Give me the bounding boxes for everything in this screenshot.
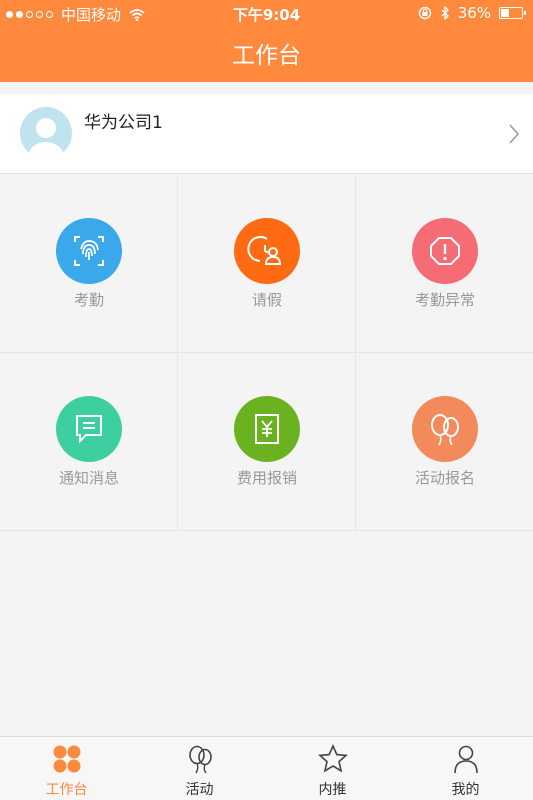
tab-mine[interactable]: 我的 — [399, 737, 533, 800]
grid-item-label: 通知消息 — [58, 469, 119, 487]
alert-icon — [430, 237, 460, 265]
message-icon — [76, 415, 102, 444]
star-icon — [318, 744, 348, 773]
yen-icon — [255, 414, 279, 444]
page-title: 工作台 — [232, 43, 301, 69]
balloon-icon — [189, 745, 212, 774]
app-header: 中国移动 下午9:04 36% 工作台 — [0, 0, 533, 82]
grid-item-label: 活动报名 — [414, 469, 475, 487]
grid-item-label: 请假 — [251, 291, 282, 309]
person-icon — [28, 118, 64, 159]
tab-label: 活动 — [185, 782, 214, 798]
grid-icon-bg — [56, 396, 122, 462]
orientation-lock-icon — [418, 6, 431, 20]
grid-item-label: 费用报销 — [236, 469, 297, 487]
grid-item-attendance[interactable]: 考勤 — [0, 175, 178, 353]
company-row[interactable]: 华为公司1 — [0, 94, 533, 174]
battery-percent: 36% — [457, 4, 491, 22]
battery-level — [501, 9, 509, 17]
grid-icon-bg — [56, 218, 122, 284]
balloon-icon — [431, 414, 459, 446]
tab-label: 工作台 — [45, 782, 88, 798]
tab-referral[interactable]: 内推 — [266, 737, 399, 800]
grid-item-label: 考勤异常 — [414, 291, 475, 309]
grid-item-label: 考勤 — [73, 291, 104, 309]
grid-icon-bg — [412, 396, 478, 462]
battery-icon — [499, 7, 526, 19]
grid-icon-bg — [412, 218, 478, 284]
company-name: 华为公司1 — [84, 113, 163, 133]
chevron-right-icon — [509, 124, 519, 144]
grid-item-attendance-exception[interactable]: 考勤异常 — [356, 175, 533, 353]
feature-grid: 考勤 请假 考勤异常 通知消息 费用报销 活动报名 — [0, 175, 533, 531]
grid-item-leave[interactable]: 请假 — [178, 175, 356, 353]
grid-icon-bg — [234, 396, 300, 462]
grid-item-notifications[interactable]: 通知消息 — [0, 353, 178, 531]
bluetooth-icon — [441, 6, 449, 20]
tab-bar: 工作台 活动 内推 我的 — [0, 736, 533, 800]
person-icon — [454, 745, 478, 774]
grid-item-event-signup[interactable]: 活动报名 — [356, 353, 533, 531]
tab-label: 内推 — [318, 782, 347, 798]
status-right-group: 36% — [418, 4, 526, 22]
tab-workbench[interactable]: 工作台 — [0, 737, 133, 800]
grid-icon — [53, 745, 81, 773]
tab-activities[interactable]: 活动 — [133, 737, 266, 800]
grid-icon-bg — [234, 218, 300, 284]
fingerprint-icon — [74, 236, 104, 266]
grid-item-expense[interactable]: 费用报销 — [178, 353, 356, 531]
status-bar: 中国移动 下午9:04 36% — [0, 0, 533, 26]
leave-icon — [247, 236, 282, 265]
avatar — [20, 107, 72, 159]
tab-label: 我的 — [451, 782, 480, 798]
